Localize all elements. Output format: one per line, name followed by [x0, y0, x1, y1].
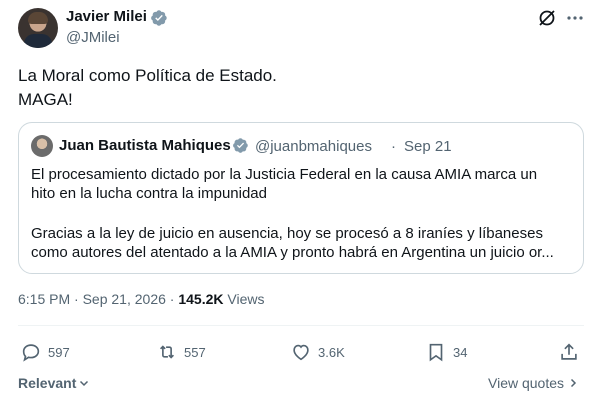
quoted-text-line: El procesamiento dictado por la Justicia… — [31, 166, 538, 183]
avatar-hair — [28, 12, 48, 24]
separator-dot: · — [74, 291, 79, 307]
views-count: 145.2K — [178, 291, 224, 307]
chevron-right-icon — [570, 378, 577, 388]
author-handle[interactable]: @JMilei — [66, 29, 120, 46]
verified-badge-icon — [151, 10, 167, 26]
tweet-time[interactable]: 6:15 PM — [18, 291, 70, 307]
tweet-text-line: MAGA! — [18, 90, 73, 109]
quoted-author-handle: @juanbmahiques — [255, 138, 372, 155]
quoted-text-line: Gracias a la ley de juicio en ausencia, … — [31, 225, 543, 242]
sort-replies-dropdown[interactable]: Relevant — [18, 375, 90, 391]
repost-button[interactable]: 557 — [156, 341, 206, 363]
verified-badge-icon — [233, 138, 248, 153]
reply-button[interactable]: 597 — [20, 341, 70, 363]
tweet-date[interactable]: Sep 21, 2026 — [83, 291, 166, 307]
reply-count: 597 — [48, 344, 70, 360]
bookmark-icon — [429, 343, 443, 362]
quoted-text-line: hito en la lucha contra la impunidad — [31, 185, 267, 202]
sort-label: Relevant — [18, 375, 77, 391]
tweet-meta: 6:15 PM · Sep 21, 2026 · 145.2K Views — [18, 291, 264, 307]
tweet-text-line: La Moral como Política de Estado. — [18, 66, 277, 85]
author-avatar[interactable] — [18, 8, 58, 48]
share-icon — [561, 343, 577, 360]
quoted-date: Sep 21 — [404, 138, 452, 155]
quoted-text-line: como autores del atentado a la AMIA y pr… — [31, 244, 554, 261]
heart-icon — [293, 344, 309, 361]
view-quotes-label: View quotes — [488, 375, 565, 391]
quoted-author-name: Juan Bautista Mahiques — [59, 137, 231, 154]
separator-dot: · — [169, 291, 175, 307]
bookmark-button[interactable]: 34 — [425, 341, 467, 363]
author-name[interactable]: Javier Milei — [66, 8, 147, 25]
separator-dot: · — [391, 138, 396, 155]
avatar-suit — [24, 34, 52, 48]
share-button[interactable] — [558, 341, 586, 363]
repost-icon — [159, 345, 175, 359]
like-count: 3.6K — [318, 344, 345, 360]
tweet-card: Javier Milei @JMilei La Moral como Polít… — [0, 0, 607, 414]
view-quotes-link[interactable]: View quotes — [488, 375, 579, 391]
reply-icon — [22, 344, 40, 362]
divider — [18, 325, 584, 326]
quoted-tweet[interactable]: Juan Bautista Mahiques @juanbmahiques · … — [18, 122, 584, 274]
bookmark-count: 34 — [453, 344, 468, 360]
like-button[interactable]: 3.6K — [290, 341, 345, 363]
grok-icon[interactable] — [537, 8, 557, 28]
views-label: Views — [227, 291, 265, 307]
quoted-author-avatar[interactable] — [31, 135, 53, 157]
more-icon[interactable] — [565, 8, 585, 28]
repost-count: 557 — [184, 344, 206, 360]
chevron-down-icon — [80, 380, 89, 387]
